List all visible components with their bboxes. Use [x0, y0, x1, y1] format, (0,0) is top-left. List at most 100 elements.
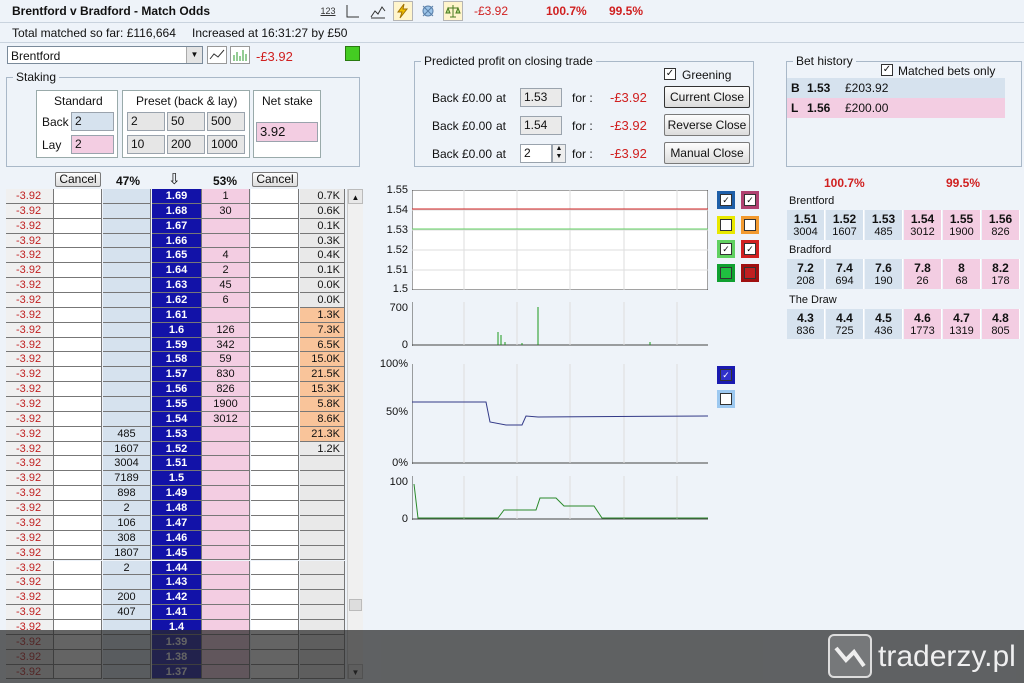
- toggle-red-line[interactable]: ✓: [741, 240, 759, 258]
- ladder-row[interactable]: -3.92 1.61 1.3K: [6, 307, 363, 323]
- ladder-back-order-cell[interactable]: [54, 530, 102, 546]
- preset-lay-3[interactable]: 1000: [207, 135, 245, 154]
- ladder-back-order-cell[interactable]: [54, 471, 102, 487]
- ladder-lay-order-cell[interactable]: [251, 233, 299, 249]
- ladder-back-order-cell[interactable]: [54, 263, 102, 279]
- ladder-back-order-cell[interactable]: [54, 248, 102, 264]
- settings-icon[interactable]: [418, 1, 438, 21]
- ladder-lay-cell[interactable]: [202, 590, 250, 606]
- line-chart-icon[interactable]: [207, 46, 227, 64]
- ladder-back-order-cell[interactable]: [54, 218, 102, 234]
- ladder-back-cell[interactable]: 1607: [103, 441, 151, 457]
- ladder-lay-order-cell[interactable]: [251, 367, 299, 383]
- ladder-back-order-cell[interactable]: [54, 352, 102, 368]
- lay-odds-cell[interactable]: 1.54 3012: [904, 210, 942, 240]
- ladder-back-cell[interactable]: [103, 411, 151, 427]
- ladder-scrollbar[interactable]: ▲ ▼: [347, 189, 363, 679]
- ladder-row[interactable]: -3.92 1.56 826 15.3K: [6, 382, 363, 398]
- scales-icon[interactable]: [443, 1, 463, 21]
- ladder-row[interactable]: -3.92 1.66 0.3K: [6, 233, 363, 249]
- ladder-back-order-cell[interactable]: [54, 560, 102, 576]
- back-odds-cell[interactable]: 4.5 436: [865, 309, 903, 339]
- ladder-back-order-cell[interactable]: [54, 515, 102, 531]
- ladder-lay-order-cell[interactable]: [251, 575, 299, 591]
- ladder-lay-cell[interactable]: [202, 575, 250, 591]
- ladder-lay-cell[interactable]: [202, 486, 250, 502]
- ladder-lay-order-cell[interactable]: [251, 441, 299, 457]
- ladder-lay-order-cell[interactable]: [251, 471, 299, 487]
- ladder-lay-cell[interactable]: 126: [202, 322, 250, 338]
- toggle-green-line[interactable]: ✓: [717, 240, 735, 258]
- ladder-lay-order-cell[interactable]: [251, 203, 299, 219]
- ladder-lay-order-cell[interactable]: [251, 545, 299, 561]
- lay-odds-cell[interactable]: 4.8 805: [982, 309, 1020, 339]
- ladder-lay-order-cell[interactable]: [251, 337, 299, 353]
- ladder-lay-order-cell[interactable]: [251, 411, 299, 427]
- ladder-back-cell[interactable]: [103, 189, 151, 204]
- ladder-row[interactable]: -3.92 1607 1.52 1.2K: [6, 441, 363, 457]
- ladder-back-cell[interactable]: [103, 263, 151, 279]
- ladder-lay-cell[interactable]: 4: [202, 248, 250, 264]
- ladder-row[interactable]: -3.92 200 1.42: [6, 590, 363, 606]
- ladder-row[interactable]: -3.92 1.54 3012 8.6K: [6, 411, 363, 427]
- lay-stake-input[interactable]: 2: [71, 135, 114, 154]
- ladder-back-order-cell[interactable]: [54, 397, 102, 412]
- ladder-back-cell[interactable]: [103, 248, 151, 264]
- ladder-lay-order-cell[interactable]: [251, 293, 299, 308]
- ladder-lay-cell[interactable]: 1900: [202, 397, 250, 412]
- lay-odds-cell[interactable]: 1.56 826: [982, 210, 1020, 240]
- ladder-back-cell[interactable]: [103, 233, 151, 249]
- reverse-close-button[interactable]: Reverse Close: [664, 114, 750, 136]
- toggle-lightblue-pct[interactable]: [717, 390, 735, 408]
- ladder-back-order-cell[interactable]: [54, 590, 102, 606]
- ladder-lay-order-cell[interactable]: [251, 590, 299, 606]
- back-odds-cell[interactable]: 7.2 208: [787, 259, 825, 289]
- ladder-lay-cell[interactable]: [202, 605, 250, 620]
- ladder-lay-cell[interactable]: 6: [202, 293, 250, 308]
- ladder-back-cell[interactable]: 3004: [103, 456, 151, 472]
- center-arrow-icon[interactable]: ⇩: [168, 170, 181, 188]
- ladder-row[interactable]: -3.92 1.67 0.1K: [6, 218, 363, 234]
- preset-back-1[interactable]: 2: [127, 112, 165, 131]
- ladder-back-order-cell[interactable]: [54, 605, 102, 620]
- ladder-lay-cell[interactable]: [202, 456, 250, 472]
- back-odds-cell[interactable]: 1.52 1607: [826, 210, 864, 240]
- ladder-lay-cell[interactable]: [202, 426, 250, 442]
- ladder-row[interactable]: -3.92 1.68 30 0.6K: [6, 203, 363, 219]
- ladder-lay-order-cell[interactable]: [251, 263, 299, 279]
- ladder-back-cell[interactable]: 2: [103, 501, 151, 516]
- lay-odds-cell[interactable]: 8 68: [943, 259, 981, 289]
- ladder-back-cell[interactable]: 106: [103, 515, 151, 531]
- ladder-back-cell[interactable]: [103, 367, 151, 383]
- scroll-thumb[interactable]: [349, 599, 362, 611]
- ladder-row[interactable]: -3.92 308 1.46: [6, 530, 363, 546]
- ladder-back-order-cell[interactable]: [54, 382, 102, 398]
- greening-checkbox[interactable]: ✓: [664, 68, 676, 80]
- ladder-lay-order-cell[interactable]: [251, 382, 299, 398]
- pred-row-3-price[interactable]: 2: [520, 144, 552, 163]
- ladder-row[interactable]: -3.92 1.43: [6, 575, 363, 591]
- ladder-lay-cell[interactable]: [202, 515, 250, 531]
- preset-back-3[interactable]: 500: [207, 112, 245, 131]
- toggle-yellow[interactable]: [717, 216, 735, 234]
- ladder-lay-cell[interactable]: 342: [202, 337, 250, 353]
- manual-close-button[interactable]: Manual Close: [664, 142, 750, 164]
- price-spinner[interactable]: ▲ ▼: [552, 144, 566, 163]
- ladder-lay-cell[interactable]: 3012: [202, 411, 250, 427]
- current-close-button[interactable]: Current Close: [664, 86, 750, 108]
- ladder-row[interactable]: -3.92 485 1.53 21.3K: [6, 426, 363, 442]
- back-stake-input[interactable]: 2: [71, 112, 114, 131]
- ladder-lay-order-cell[interactable]: [251, 530, 299, 546]
- scroll-up-icon[interactable]: ▲: [348, 189, 363, 204]
- ladder-back-cell[interactable]: [103, 307, 151, 323]
- bet-row-lay[interactable]: L 1.56 £200.00: [787, 98, 1005, 118]
- ladder-lay-order-cell[interactable]: [251, 189, 299, 204]
- lay-odds-cell[interactable]: 4.6 1773: [904, 309, 942, 339]
- ladder-back-order-cell[interactable]: [54, 307, 102, 323]
- ladder-row[interactable]: -3.92 1.62 6 0.0K: [6, 293, 363, 308]
- ladder-back-cell[interactable]: [103, 397, 151, 412]
- toggle-back-line[interactable]: ✓: [717, 191, 735, 209]
- ladder-view-icon[interactable]: [343, 1, 363, 21]
- preset-back-2[interactable]: 50: [167, 112, 205, 131]
- ladder-lay-cell[interactable]: [202, 560, 250, 576]
